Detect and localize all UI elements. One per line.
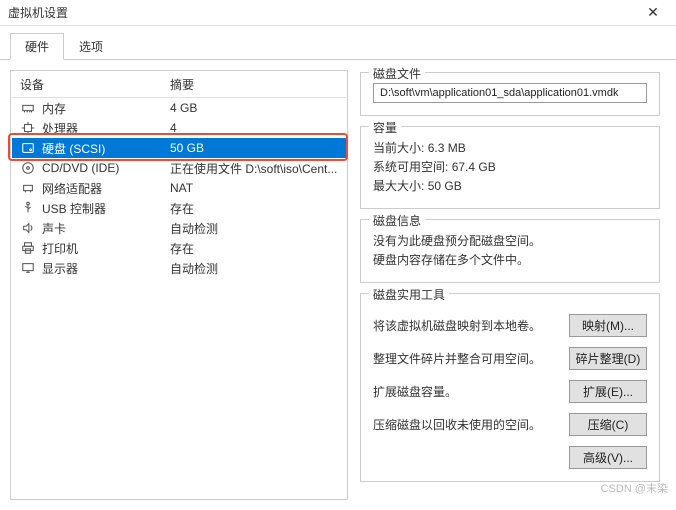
capacity-free: 系统可用空间: 67.4 GB [373,158,647,175]
device-label: 声卡 [42,220,170,237]
disk-file-path[interactable]: D:\soft\vm\application01_sda\application… [373,83,647,103]
group-utilities: 磁盘实用工具 将该虚拟机磁盘映射到本地卷。 映射(M)... 整理文件碎片并整合… [360,293,660,482]
device-row-printer[interactable]: 打印机存在 [12,238,346,258]
map-text: 将该虚拟机磁盘映射到本地卷。 [373,317,561,334]
device-summary: 存在 [170,240,338,257]
device-summary: 存在 [170,200,338,217]
tab-hardware[interactable]: 硬件 [10,33,64,60]
device-row-usb[interactable]: USB 控制器存在 [12,198,346,218]
map-button[interactable]: 映射(M)... [569,314,647,337]
defrag-button[interactable]: 碎片整理(D) [569,347,647,370]
detail-panel: 磁盘文件 D:\soft\vm\application01_sda\applic… [358,70,666,500]
device-row-memory[interactable]: 内存4 GB [12,98,346,118]
device-row-cd[interactable]: CD/DVD (IDE)正在使用文件 D:\soft\iso\Cent... [12,158,346,178]
display-icon [20,260,36,276]
device-summary: 50 GB [170,141,338,155]
device-summary: 自动检测 [170,220,338,237]
group-capacity: 容量 当前大小: 6.3 MB 系统可用空间: 67.4 GB 最大大小: 50… [360,126,660,209]
device-label: USB 控制器 [42,200,170,217]
printer-icon [20,240,36,256]
compact-button[interactable]: 压缩(C) [569,413,647,436]
disk-file-title: 磁盘文件 [369,65,425,82]
tabs: 硬件 选项 [0,26,676,60]
compact-text: 压缩磁盘以回收未使用的空间。 [373,416,561,433]
device-summary: NAT [170,181,338,195]
device-list-header: 设备 摘要 [12,72,346,98]
watermark: CSDN @末染 [601,480,668,496]
device-summary: 正在使用文件 D:\soft\iso\Cent... [170,160,338,177]
disk-info-line1: 没有为此硬盘预分配磁盘空间。 [373,232,647,249]
expand-button[interactable]: 扩展(E)... [569,380,647,403]
device-summary: 4 GB [170,101,338,115]
device-label: 处理器 [42,120,170,137]
device-label: 显示器 [42,260,170,277]
cpu-icon [20,120,36,136]
memory-icon [20,100,36,116]
disk-info-title: 磁盘信息 [369,212,425,229]
disk-info-line2: 硬盘内容存储在多个文件中。 [373,251,647,268]
device-summary: 自动检测 [170,260,338,277]
device-label: 网络适配器 [42,180,170,197]
header-device: 设备 [20,76,170,93]
tab-options[interactable]: 选项 [64,33,118,60]
device-row-display[interactable]: 显示器自动检测 [12,258,346,278]
close-icon[interactable]: ✕ [638,4,668,21]
defrag-text: 整理文件碎片并整合可用空间。 [373,350,561,367]
capacity-title: 容量 [369,119,401,136]
device-label: 硬盘 (SCSI) [42,140,170,157]
device-row-disk[interactable]: 硬盘 (SCSI)50 GB [12,138,346,158]
device-label: CD/DVD (IDE) [42,161,170,175]
device-label: 打印机 [42,240,170,257]
capacity-current: 当前大小: 6.3 MB [373,139,647,156]
content: 设备 摘要 内存4 GB处理器4硬盘 (SCSI)50 GBCD/DVD (ID… [0,60,676,510]
advanced-button[interactable]: 高级(V)... [569,446,647,469]
device-row-cpu[interactable]: 处理器4 [12,118,346,138]
sound-icon [20,220,36,236]
disk-icon [20,140,36,156]
titlebar: 虚拟机设置 ✕ [0,0,676,26]
group-disk-info: 磁盘信息 没有为此硬盘预分配磁盘空间。 硬盘内容存储在多个文件中。 [360,219,660,283]
cd-icon [20,160,36,176]
utilities-title: 磁盘实用工具 [369,286,449,303]
device-summary: 4 [170,121,338,135]
device-row-net[interactable]: 网络适配器NAT [12,178,346,198]
expand-text: 扩展磁盘容量。 [373,383,561,400]
window-title: 虚拟机设置 [8,4,638,21]
group-disk-file: 磁盘文件 D:\soft\vm\application01_sda\applic… [360,72,660,116]
device-list-panel: 设备 摘要 内存4 GB处理器4硬盘 (SCSI)50 GBCD/DVD (ID… [10,70,348,500]
usb-icon [20,200,36,216]
capacity-max: 最大大小: 50 GB [373,177,647,194]
net-icon [20,180,36,196]
device-row-sound[interactable]: 声卡自动检测 [12,218,346,238]
device-label: 内存 [42,100,170,117]
header-summary: 摘要 [170,76,338,93]
